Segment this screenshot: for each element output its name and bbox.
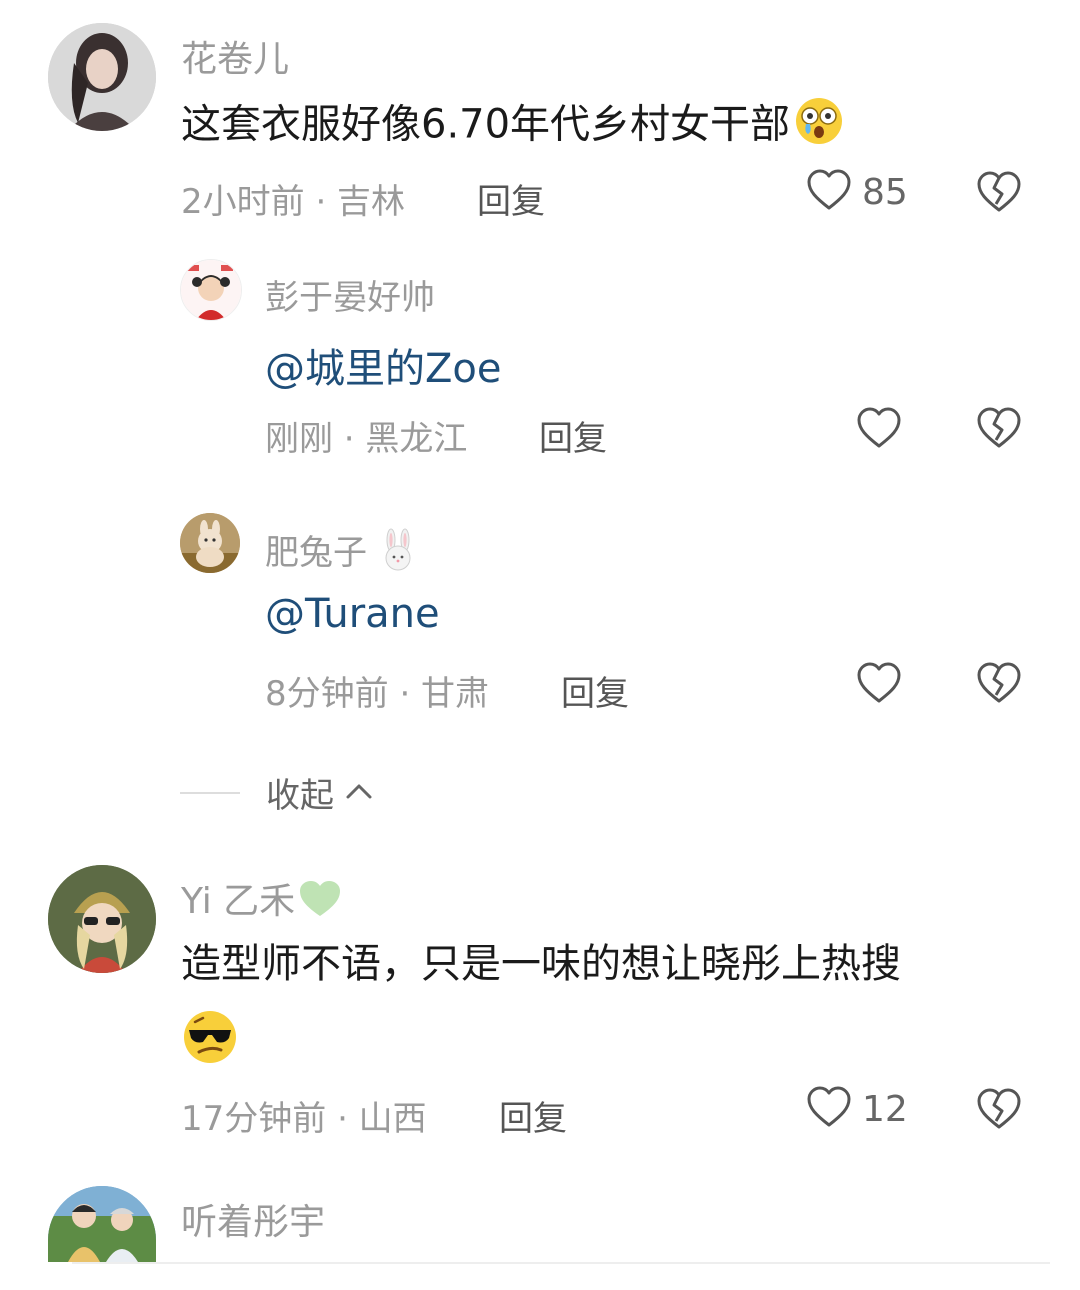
like-button[interactable]: 12	[806, 1085, 908, 1133]
comment-text-content: 造型师不语，只是一味的想让晓彤上热搜	[181, 941, 901, 987]
broken-heart-icon	[976, 662, 1022, 709]
comment-meta: 2小时前 · 吉林	[181, 182, 406, 222]
avatar[interactable]	[180, 259, 242, 321]
collapse-replies-button[interactable]: 收起	[180, 768, 374, 817]
reply-button[interactable]: 回复	[539, 411, 607, 460]
divider-line	[180, 791, 240, 794]
broken-heart-icon	[976, 171, 1022, 218]
dislike-button[interactable]	[976, 406, 1022, 454]
reply-meta: 8分钟前 · 甘肃	[265, 674, 490, 714]
comment-username[interactable]: Yi 乙禾	[181, 872, 343, 929]
reply-username[interactable]: 肥兔子	[265, 525, 418, 581]
avatar[interactable]	[180, 513, 240, 573]
rabbit-emoji	[378, 528, 418, 581]
comment-username[interactable]: 听着彤宇	[181, 1193, 325, 1245]
heart-icon	[806, 168, 852, 216]
like-button[interactable]: 85	[806, 168, 908, 216]
reply-meta: 刚刚 · 黑龙江	[265, 419, 468, 459]
chevron-up-icon	[344, 781, 374, 805]
like-button[interactable]	[856, 661, 902, 709]
reply-username[interactable]: 彭于晏好帅	[265, 270, 435, 319]
mention-link[interactable]: @城里的Zoe	[265, 336, 501, 394]
reply-button[interactable]: 回复	[561, 666, 629, 715]
avatar[interactable]	[48, 865, 156, 973]
comment-username-text: Yi 乙禾	[181, 881, 296, 922]
mention-link[interactable]: @Turane	[265, 591, 440, 637]
divider-line	[72, 1262, 1050, 1264]
avatar[interactable]	[48, 1186, 156, 1262]
comment-meta: 17分钟前 · 山西	[181, 1099, 427, 1139]
like-count: 85	[862, 171, 908, 213]
cool-sunglasses-face-emoji	[181, 1008, 239, 1070]
reply-button[interactable]: 回复	[499, 1091, 567, 1140]
avatar[interactable]	[48, 23, 156, 131]
dislike-button[interactable]	[976, 661, 1022, 709]
like-button[interactable]	[856, 406, 902, 454]
like-count: 12	[862, 1088, 908, 1130]
reply-username-text: 肥兔子	[265, 533, 367, 573]
reply-button[interactable]: 回复	[477, 174, 545, 223]
dislike-button[interactable]	[976, 1087, 1022, 1135]
heart-icon	[806, 1085, 852, 1133]
green-heart-emoji	[297, 878, 343, 929]
heart-icon	[856, 406, 902, 454]
collapse-label: 收起	[266, 776, 334, 816]
heart-icon	[856, 661, 902, 709]
comment-text-content: 这套衣服好像6.70年代乡村女干部	[181, 101, 791, 148]
comment-username[interactable]: 花卷儿	[181, 30, 289, 82]
comment-text: 这套衣服好像6.70年代乡村女干部	[181, 96, 848, 157]
broken-heart-icon	[976, 1088, 1022, 1135]
broken-heart-icon	[976, 407, 1022, 454]
astonished-crying-face-emoji	[790, 96, 848, 157]
dislike-button[interactable]	[976, 170, 1022, 218]
